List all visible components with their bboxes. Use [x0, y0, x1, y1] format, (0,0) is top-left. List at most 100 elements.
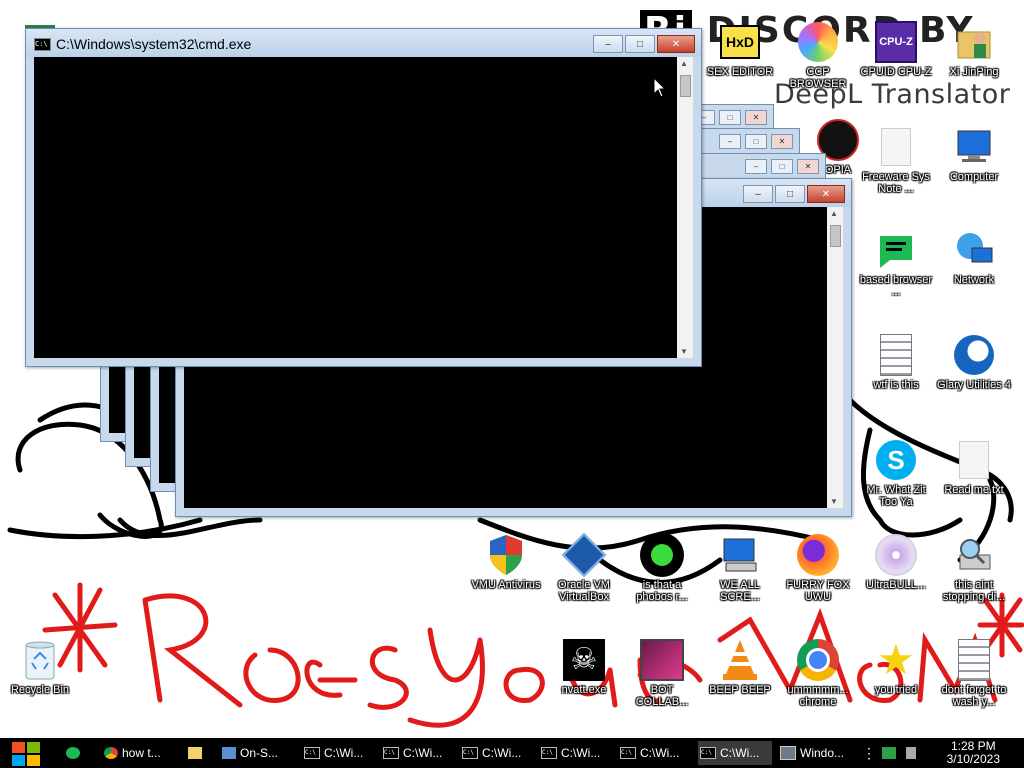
minimize-button[interactable]: – [593, 35, 623, 53]
icon-label: wtf is this [873, 379, 919, 391]
icon-label: based browser ... [859, 274, 933, 298]
chrome-icon [796, 638, 840, 682]
taskbar-item-label: how t... [122, 746, 161, 760]
tray-overflow-icon[interactable]: ⋮ [862, 741, 876, 765]
minimize-button[interactable]: – [745, 159, 767, 174]
start-button-windows-icon[interactable] [8, 740, 44, 768]
desktop-icon-xi-jinping[interactable]: Xi JinPing [936, 20, 1012, 78]
icon-label: BEEP BEEP [709, 684, 771, 696]
cmd-window-front[interactable]: C:\ C:\Windows\system32\cmd.exe – □ ✕ ▲ … [25, 28, 702, 367]
taskbar-item-cmd-2[interactable]: C:\ C:\Wi... [383, 741, 453, 765]
desktop-icon-nvatt[interactable]: ☠ nvatt.exe [546, 638, 622, 696]
cmd-icon: C:\ [700, 747, 716, 759]
window-controls: – □ ✕ [741, 185, 845, 203]
glary-icon [952, 333, 996, 377]
icon-label: FURRY FOX UWU [786, 579, 850, 603]
cmd-icon: C:\ [34, 38, 51, 51]
scrollbar[interactable]: ▲ ▼ [677, 57, 693, 358]
desktop-icon-furry[interactable]: FURRY FOX UWU [780, 533, 856, 603]
desktop-icon-sex-editor[interactable]: HxD SEX EDITOR [702, 20, 778, 78]
desktop-icon-glary[interactable]: Glary Utilities 4 [936, 333, 1012, 391]
desktop-icon-ultrabull[interactable]: UltraBULL... [858, 533, 934, 591]
desktop-icon-based-browser[interactable]: based browser ... [858, 228, 934, 298]
taskbar-item-cmd-6[interactable]: C:\ C:\Wi... [698, 741, 772, 765]
maximize-button[interactable]: □ [745, 134, 767, 149]
taskbar-item-cmd-5[interactable]: C:\ C:\Wi... [620, 741, 690, 765]
desktop-icon-recycle[interactable]: Recycle Bin [2, 638, 78, 696]
icon-label: Mr. What Zit Too Ya [866, 484, 926, 508]
taskbar-item-cmd-3[interactable]: C:\ C:\Wi... [462, 741, 532, 765]
close-button[interactable]: ✕ [771, 134, 793, 149]
window-title: C:\Windows\system32\cmd.exe [56, 36, 252, 52]
taskbar-item-label: C:\Wi... [403, 746, 443, 760]
desktop-icon-chrome[interactable]: ummmmm... chrome [780, 638, 856, 708]
console-area[interactable] [34, 57, 677, 358]
desktop-icon-mr-what[interactable]: S Mr. What Zit Too Ya [858, 438, 934, 508]
minimize-button[interactable]: – [719, 134, 741, 149]
desktop-icon-network[interactable]: Network [936, 228, 1012, 286]
skull-icon: ☠ [562, 638, 606, 682]
taskbar-spotify-button[interactable] [66, 741, 88, 765]
desktop-icon-beep[interactable]: BEEP BEEP [702, 638, 778, 696]
star-icon: ★ [877, 636, 915, 683]
minimize-button[interactable]: – [743, 185, 773, 203]
scrollbar[interactable]: ▲ ▼ [827, 207, 843, 508]
desktop-icon-readme[interactable]: Read me.txt [936, 438, 1012, 496]
folder-icon [188, 747, 202, 759]
icon-label: Read me.txt [944, 484, 1004, 496]
desktop-icon-phobos[interactable]: is that a phobos r... [624, 533, 700, 603]
taskbar-item-label: On-S... [240, 746, 279, 760]
desktop-icon-ccp-browser[interactable]: CCP BROWSER [780, 20, 856, 90]
taskbar-item-onscreen-keyboard[interactable]: On-S... [222, 741, 294, 765]
desktop-icon-virtualbox[interactable]: Oracle VM VirtualBox [546, 532, 622, 603]
maximize-button[interactable]: □ [625, 35, 655, 53]
desktop-icon-cpuid[interactable]: CPU-Z CPUID CPU-Z [858, 20, 934, 78]
maximize-button[interactable]: □ [771, 159, 793, 174]
scroll-down-arrow-icon[interactable]: ▼ [680, 347, 688, 356]
scroll-up-arrow-icon[interactable]: ▲ [680, 59, 688, 68]
scroll-down-arrow-icon[interactable]: ▼ [830, 497, 838, 506]
file-icon [952, 638, 996, 682]
close-button[interactable]: ✕ [745, 110, 767, 125]
icon-label: Recycle Bin [10, 684, 70, 696]
desktop-icon-computer[interactable]: Computer [936, 125, 1012, 183]
vlc-cone-icon [718, 638, 762, 682]
icon-label: dont forget to wash y... [941, 684, 1007, 708]
close-button[interactable]: ✕ [657, 35, 695, 53]
scroll-thumb[interactable] [830, 225, 841, 247]
desktop-icon-vmu[interactable]: VMU Antivirus [468, 533, 544, 591]
taskbar-item-cmd-4[interactable]: C:\ C:\Wi... [541, 741, 611, 765]
icon-label: VMU Antivirus [471, 579, 541, 591]
desktop-icon-freeware[interactable]: Freeware Sys Note ... [858, 125, 934, 195]
taskbar-explorer-button[interactable] [188, 741, 210, 765]
system-clock[interactable]: 1:28 PM 3/10/2023 [947, 740, 1000, 766]
desktop-icon-you-tried[interactable]: ★ you tried [858, 636, 934, 697]
taskbar-item-cmd-1[interactable]: C:\ C:\Wi... [304, 741, 374, 765]
icon-label: UltraBULL... [866, 579, 926, 591]
chat-bubble-icon [874, 228, 918, 272]
desktop-icon-bot-collab[interactable]: BOT COLLAB... [624, 638, 700, 708]
title-bar[interactable]: C:\ C:\Windows\system32\cmd.exe – □ ✕ [26, 29, 701, 57]
cmd-icon: C:\ [620, 747, 636, 759]
maximize-button[interactable]: □ [775, 185, 805, 203]
icon-label: CCP BROWSER [789, 66, 847, 90]
desktop-icon-dont-forget[interactable]: dont forget to wash y... [936, 638, 1012, 708]
taskbar-item-chrome[interactable]: how t... [104, 741, 176, 765]
close-button[interactable]: ✕ [797, 159, 819, 174]
desktop-icon-wtf[interactable]: wtf is this [858, 333, 934, 391]
network-tray-icon[interactable] [882, 741, 900, 765]
taskbar-item-label: C:\Wi... [640, 746, 680, 760]
icon-label: you tried [874, 684, 918, 696]
close-button[interactable]: ✕ [807, 185, 845, 203]
recycle-bin-icon [18, 638, 62, 682]
icon-label: Computer [949, 171, 999, 183]
scroll-up-arrow-icon[interactable]: ▲ [830, 209, 838, 218]
desktop-icon-this-aint[interactable]: this aint stopping di... [936, 533, 1012, 603]
taskbar-item-windows[interactable]: Windo... [780, 741, 854, 765]
volume-tray-icon[interactable] [906, 741, 920, 765]
desktop-icon-we-all[interactable]: WE ALL SCRE... [702, 533, 778, 603]
maximize-button[interactable]: □ [719, 110, 741, 125]
scroll-thumb[interactable] [680, 75, 691, 97]
taskbar-item-label: Windo... [800, 746, 845, 760]
window-controls: – □ ✕ [591, 35, 695, 53]
